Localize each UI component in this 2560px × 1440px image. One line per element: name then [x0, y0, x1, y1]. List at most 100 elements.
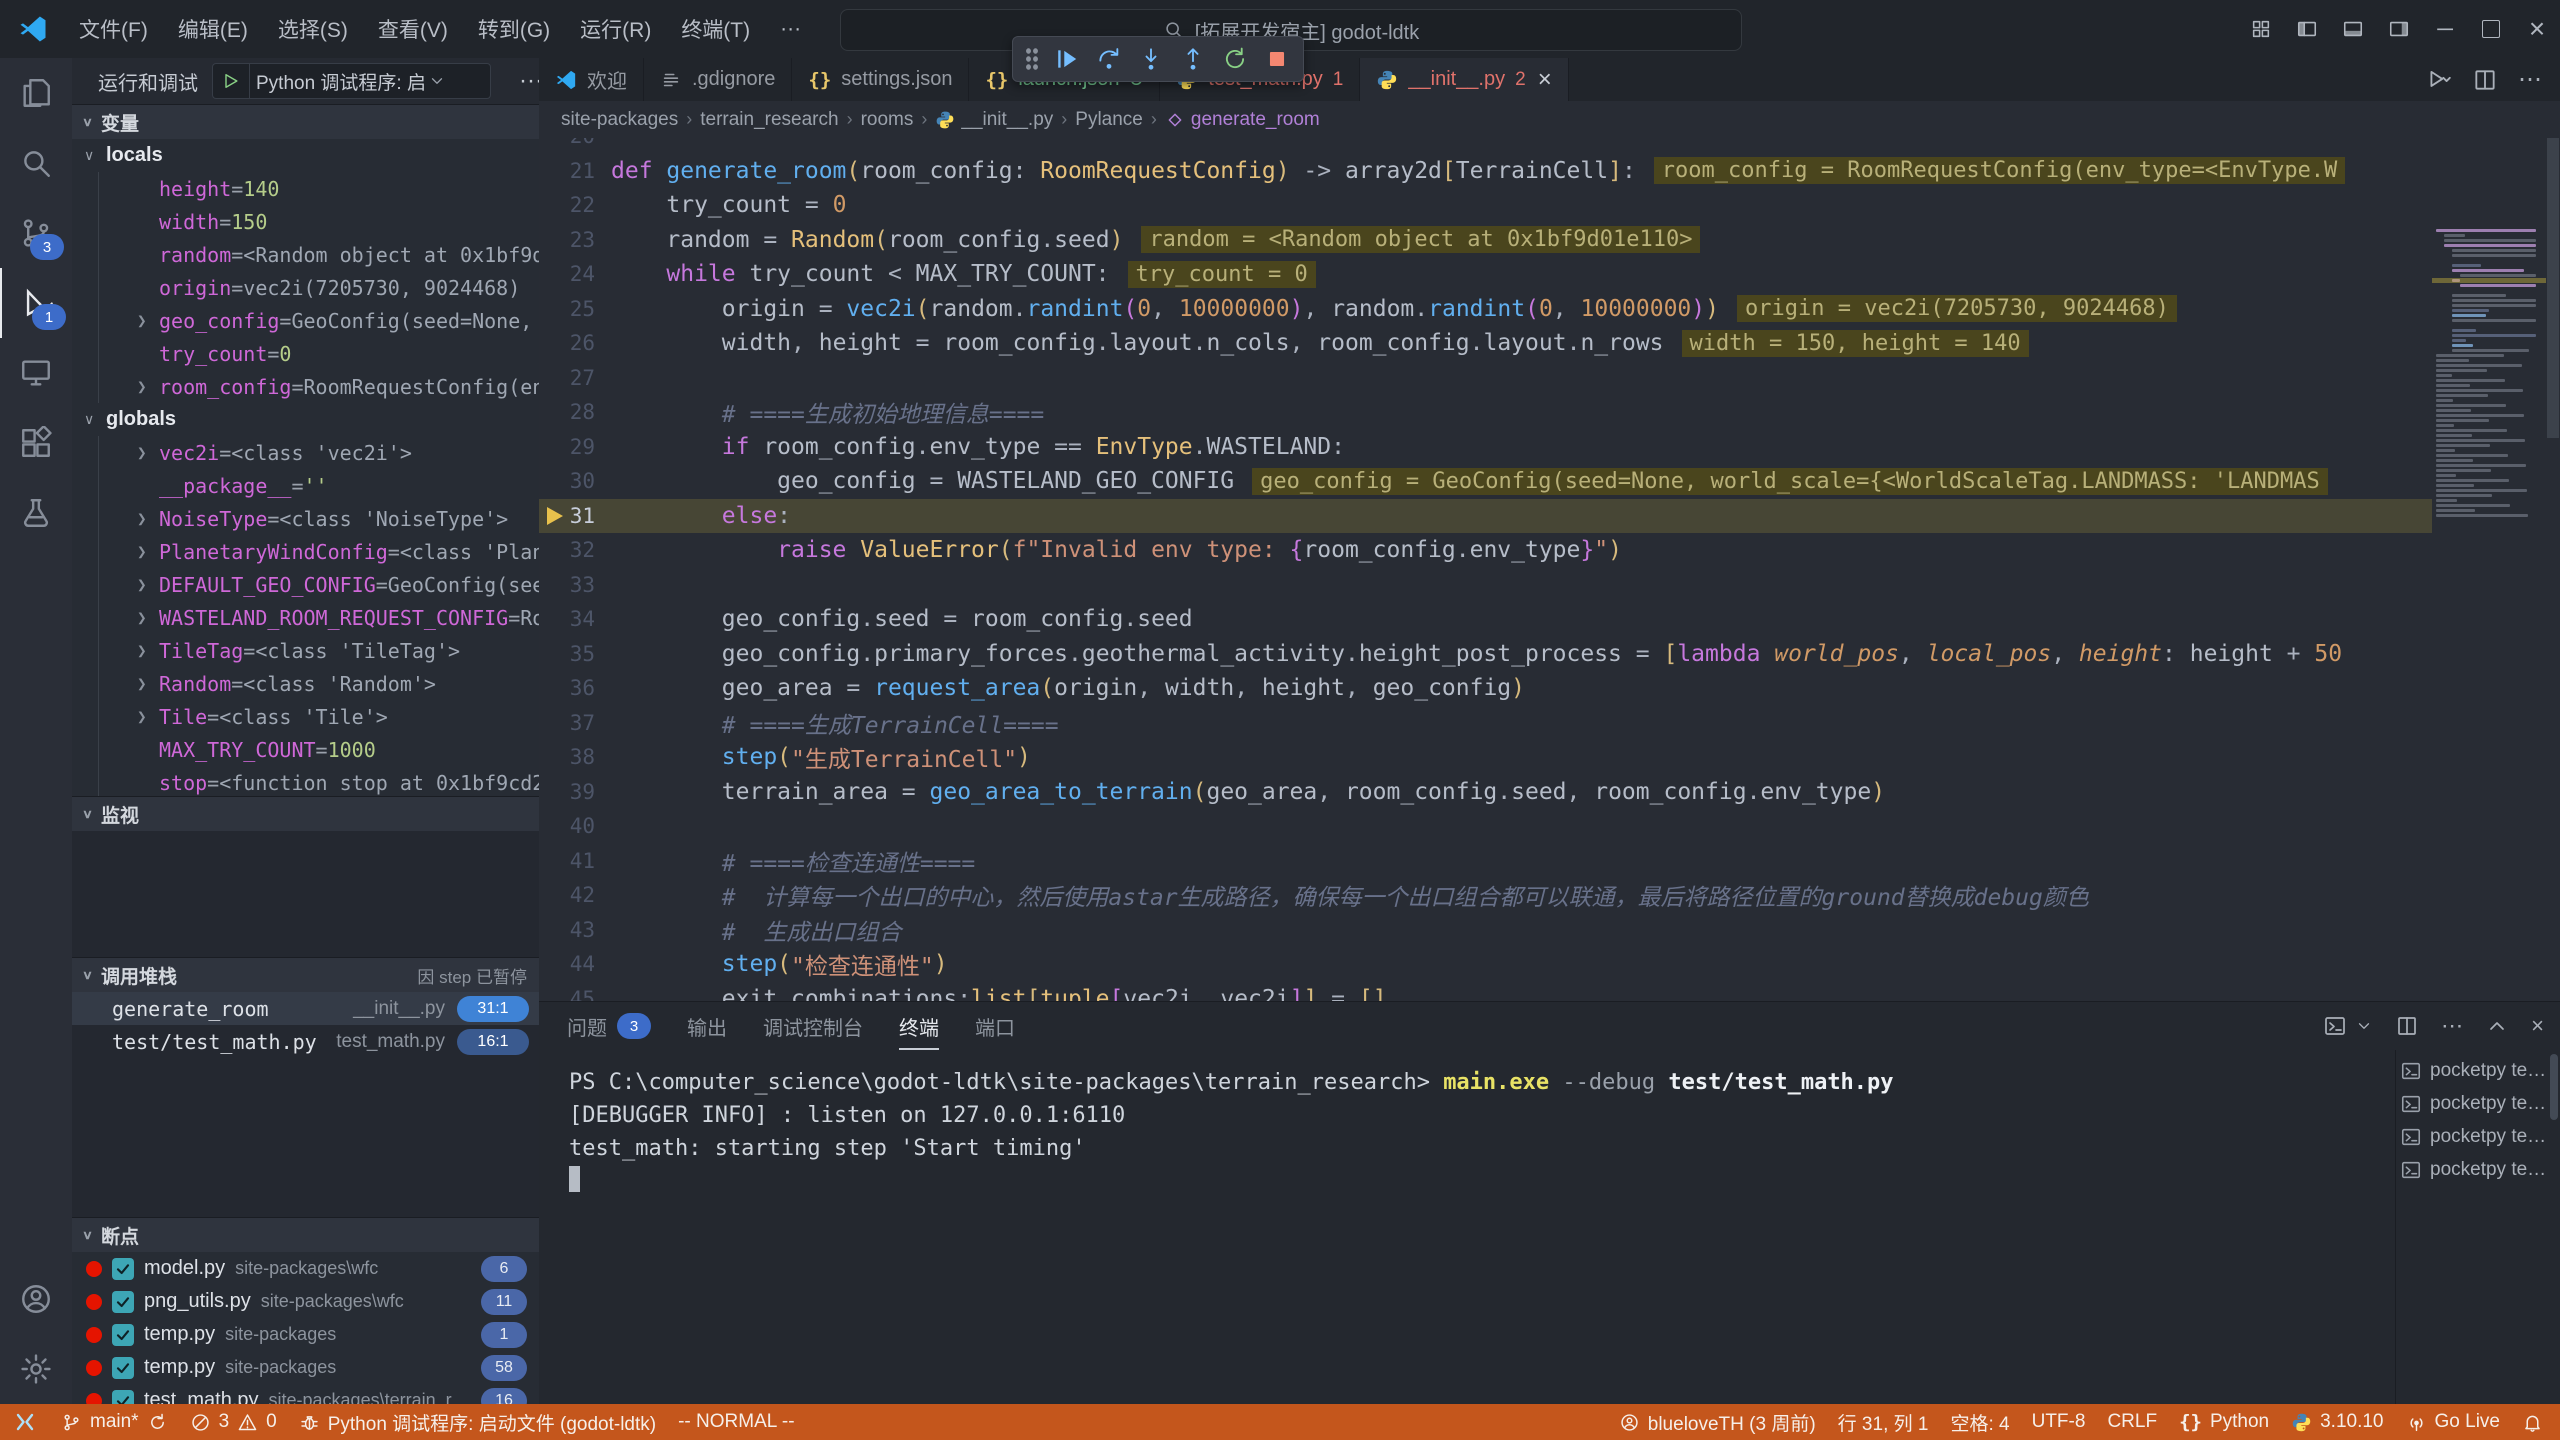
code-line-38[interactable]: 38 step("生成TerrainCell")	[539, 740, 2432, 775]
variable-row[interactable]: ❯geo_config = GeoConfig(seed=None, wor…	[99, 304, 539, 337]
variable-row[interactable]: ❯NoiseType = <class 'NoiseType'>	[99, 502, 539, 535]
menu-item-4[interactable]: 转到(G)	[463, 9, 565, 49]
breakpoint-checkbox[interactable]	[112, 1390, 134, 1405]
breadcrumb-item[interactable]: generate_room	[1165, 109, 1320, 131]
variable-row[interactable]: ❯WASTELAND_ROOM_REQUEST_CONFIG = RoomR…	[99, 601, 539, 634]
terminal-list-item[interactable]: pocketpy te…	[2400, 1120, 2550, 1153]
menu-item-6[interactable]: 终端(T)	[666, 9, 765, 49]
status-cursor-position[interactable]: 行 31, 列 1	[1827, 1404, 1940, 1440]
code-line-21[interactable]: 21def generate_room(room_config: RoomReq…	[539, 154, 2432, 189]
tab-welcome[interactable]: 欢迎	[539, 58, 644, 101]
variables-group-locals[interactable]: ∨locals	[72, 139, 539, 172]
panel-tab-problems[interactable]: 问题3	[567, 1002, 651, 1050]
code-line-28[interactable]: 28 # ====生成初始地理信息====	[539, 395, 2432, 430]
status-notifications[interactable]	[2511, 1404, 2554, 1440]
more-actions-icon[interactable]: ···	[519, 67, 540, 95]
tab-settings[interactable]: {}settings.json	[792, 58, 969, 101]
menu-item-5[interactable]: 运行(R)	[565, 9, 666, 49]
code-line-43[interactable]: 43 # 生成出口组合	[539, 913, 2432, 948]
stack-frame[interactable]: test/test_math.pytest_math.py16:1	[72, 1025, 539, 1058]
debug-continue-button[interactable]	[1049, 41, 1085, 77]
variable-row[interactable]: MAX_TRY_COUNT = 1000	[99, 733, 539, 766]
status-eol[interactable]: CRLF	[2096, 1404, 2168, 1440]
variable-row[interactable]: random = <Random object at 0x1bf9d01e…	[99, 238, 539, 271]
window-close-button[interactable]: ×	[2514, 0, 2560, 58]
menu-item-0[interactable]: 文件(F)	[64, 9, 163, 49]
code-line-31[interactable]: 31 else:	[539, 499, 2432, 534]
new-terminal-icon[interactable]	[2323, 1014, 2347, 1038]
more-actions-icon[interactable]: ⋯	[2518, 65, 2542, 94]
code-line-30[interactable]: 30 geo_config = WASTELAND_GEO_CONFIGgeo_…	[539, 464, 2432, 499]
sidebar-item-source-control[interactable]: 3	[0, 198, 72, 268]
breadcrumb-item[interactable]: site-packages	[561, 109, 678, 131]
code-line-33[interactable]: 33	[539, 568, 2432, 603]
breadcrumb-item[interactable]: rooms	[861, 109, 914, 131]
breakpoint-row[interactable]: test_math.pysite-packages\terrain_res…16	[72, 1384, 539, 1404]
panel-tab-terminal[interactable]: 终端	[899, 1002, 939, 1050]
run-python-file-icon[interactable]	[2426, 67, 2452, 93]
menu-more-button[interactable]: ···	[765, 9, 816, 49]
variable-row[interactable]: ❯vec2i = <class 'vec2i'>	[99, 436, 539, 469]
panel-tab-output[interactable]: 输出	[687, 1002, 727, 1050]
breakpoint-row[interactable]: model.pysite-packages\wfc6	[72, 1252, 539, 1285]
panel-tab-ports[interactable]: 端口	[975, 1002, 1015, 1050]
toggle-sidebar-button[interactable]	[2284, 0, 2330, 58]
editor-scrollbar[interactable]	[2546, 138, 2560, 1001]
sidebar-item-testing[interactable]	[0, 478, 72, 548]
breakpoint-checkbox[interactable]	[112, 1258, 134, 1280]
minimap[interactable]	[2432, 218, 2546, 1001]
variables-section-header[interactable]: ∨变量	[72, 104, 539, 139]
stack-frame[interactable]: generate_room__init__.py31:1	[72, 992, 539, 1025]
sidebar-item-extensions[interactable]	[0, 408, 72, 478]
sidebar-item-search[interactable]	[0, 128, 72, 198]
code-line-44[interactable]: 44 step("检查连通性")	[539, 947, 2432, 982]
code-line-37[interactable]: 37 # ====生成TerrainCell====	[539, 706, 2432, 741]
breakpoint-row[interactable]: png_utils.pysite-packages\wfc11	[72, 1285, 539, 1318]
callstack-section-header[interactable]: ∨调用堆栈 因 step 已暂停	[72, 957, 539, 992]
status-vim-mode[interactable]: -- NORMAL --	[667, 1404, 805, 1440]
breakpoint-row[interactable]: temp.pysite-packages1	[72, 1318, 539, 1351]
split-terminal-icon[interactable]	[2395, 1014, 2419, 1038]
terminal-output[interactable]: PS C:\computer_science\godot-ldtk\site-p…	[569, 1066, 2389, 1198]
variables-group-globals[interactable]: ∨globals	[72, 403, 539, 436]
breadcrumb-item[interactable]: Pylance	[1075, 109, 1143, 131]
terminal-list-scrollbar[interactable]	[2550, 1054, 2558, 1120]
breakpoint-checkbox[interactable]	[112, 1357, 134, 1379]
code-line-36[interactable]: 36 geo_area = request_area(origin, width…	[539, 671, 2432, 706]
variable-row[interactable]: ❯DEFAULT_GEO_CONFIG = GeoConfig(seed=1…	[99, 568, 539, 601]
status-indentation[interactable]: 空格: 4	[1939, 1404, 2020, 1440]
panel-tab-debug-console[interactable]: 调试控制台	[763, 1002, 863, 1050]
terminal-list-item[interactable]: pocketpy te…	[2400, 1153, 2550, 1186]
code-line-39[interactable]: 39 terrain_area = geo_area_to_terrain(ge…	[539, 775, 2432, 810]
debug-step-into-button[interactable]	[1133, 41, 1169, 77]
sidebar-item-manage[interactable]	[0, 1334, 72, 1404]
code-line-45[interactable]: 45 exit_combinations:list[tuple[vec2i, v…	[539, 982, 2432, 1002]
window-maximize-button[interactable]	[2468, 0, 2514, 58]
debug-step-out-button[interactable]	[1175, 41, 1211, 77]
status-python-version[interactable]: 3.10.10	[2280, 1404, 2394, 1440]
panel-maximize-icon[interactable]	[2485, 1014, 2509, 1038]
status-problems[interactable]: 30	[179, 1404, 288, 1440]
menu-item-3[interactable]: 查看(V)	[363, 9, 463, 49]
status-git-blame[interactable]: blueloveTH (3 周前)	[1608, 1404, 1827, 1440]
code-line-24[interactable]: 24 while try_count < MAX_TRY_COUNT:try_c…	[539, 257, 2432, 292]
breakpoint-checkbox[interactable]	[112, 1324, 134, 1346]
breakpoint-row[interactable]: temp.pysite-packages58	[72, 1351, 539, 1384]
variable-row[interactable]: ❯PlanetaryWindConfig = <class 'Planeta…	[99, 535, 539, 568]
variable-row[interactable]: origin = vec2i(7205730, 9024468)	[99, 271, 539, 304]
start-debug-button[interactable]	[212, 63, 249, 99]
variable-row[interactable]: ❯room_config = RoomRequestConfig(env_t…	[99, 370, 539, 403]
drag-handle-icon[interactable]	[1025, 47, 1039, 71]
code-line-40[interactable]: 40	[539, 809, 2432, 844]
code-line-29[interactable]: 29 if room_config.env_type == EnvType.WA…	[539, 430, 2432, 465]
breakpoint-checkbox[interactable]	[112, 1291, 134, 1313]
sidebar-item-explorer[interactable]	[0, 58, 72, 128]
window-minimize-button[interactable]: ─	[2422, 0, 2468, 58]
variable-row[interactable]: ❯Random = <class 'Random'>	[99, 667, 539, 700]
tab-gdignore[interactable]: .gdignore	[644, 58, 792, 101]
variable-row[interactable]: width = 150	[99, 205, 539, 238]
terminal-profile-chevron-icon[interactable]	[2355, 1017, 2373, 1035]
terminal-list-item[interactable]: pocketpy te…	[2400, 1087, 2550, 1120]
terminal-list-item[interactable]: pocketpy te…	[2400, 1054, 2550, 1087]
code-line-41[interactable]: 41 # ====检查连通性====	[539, 844, 2432, 879]
